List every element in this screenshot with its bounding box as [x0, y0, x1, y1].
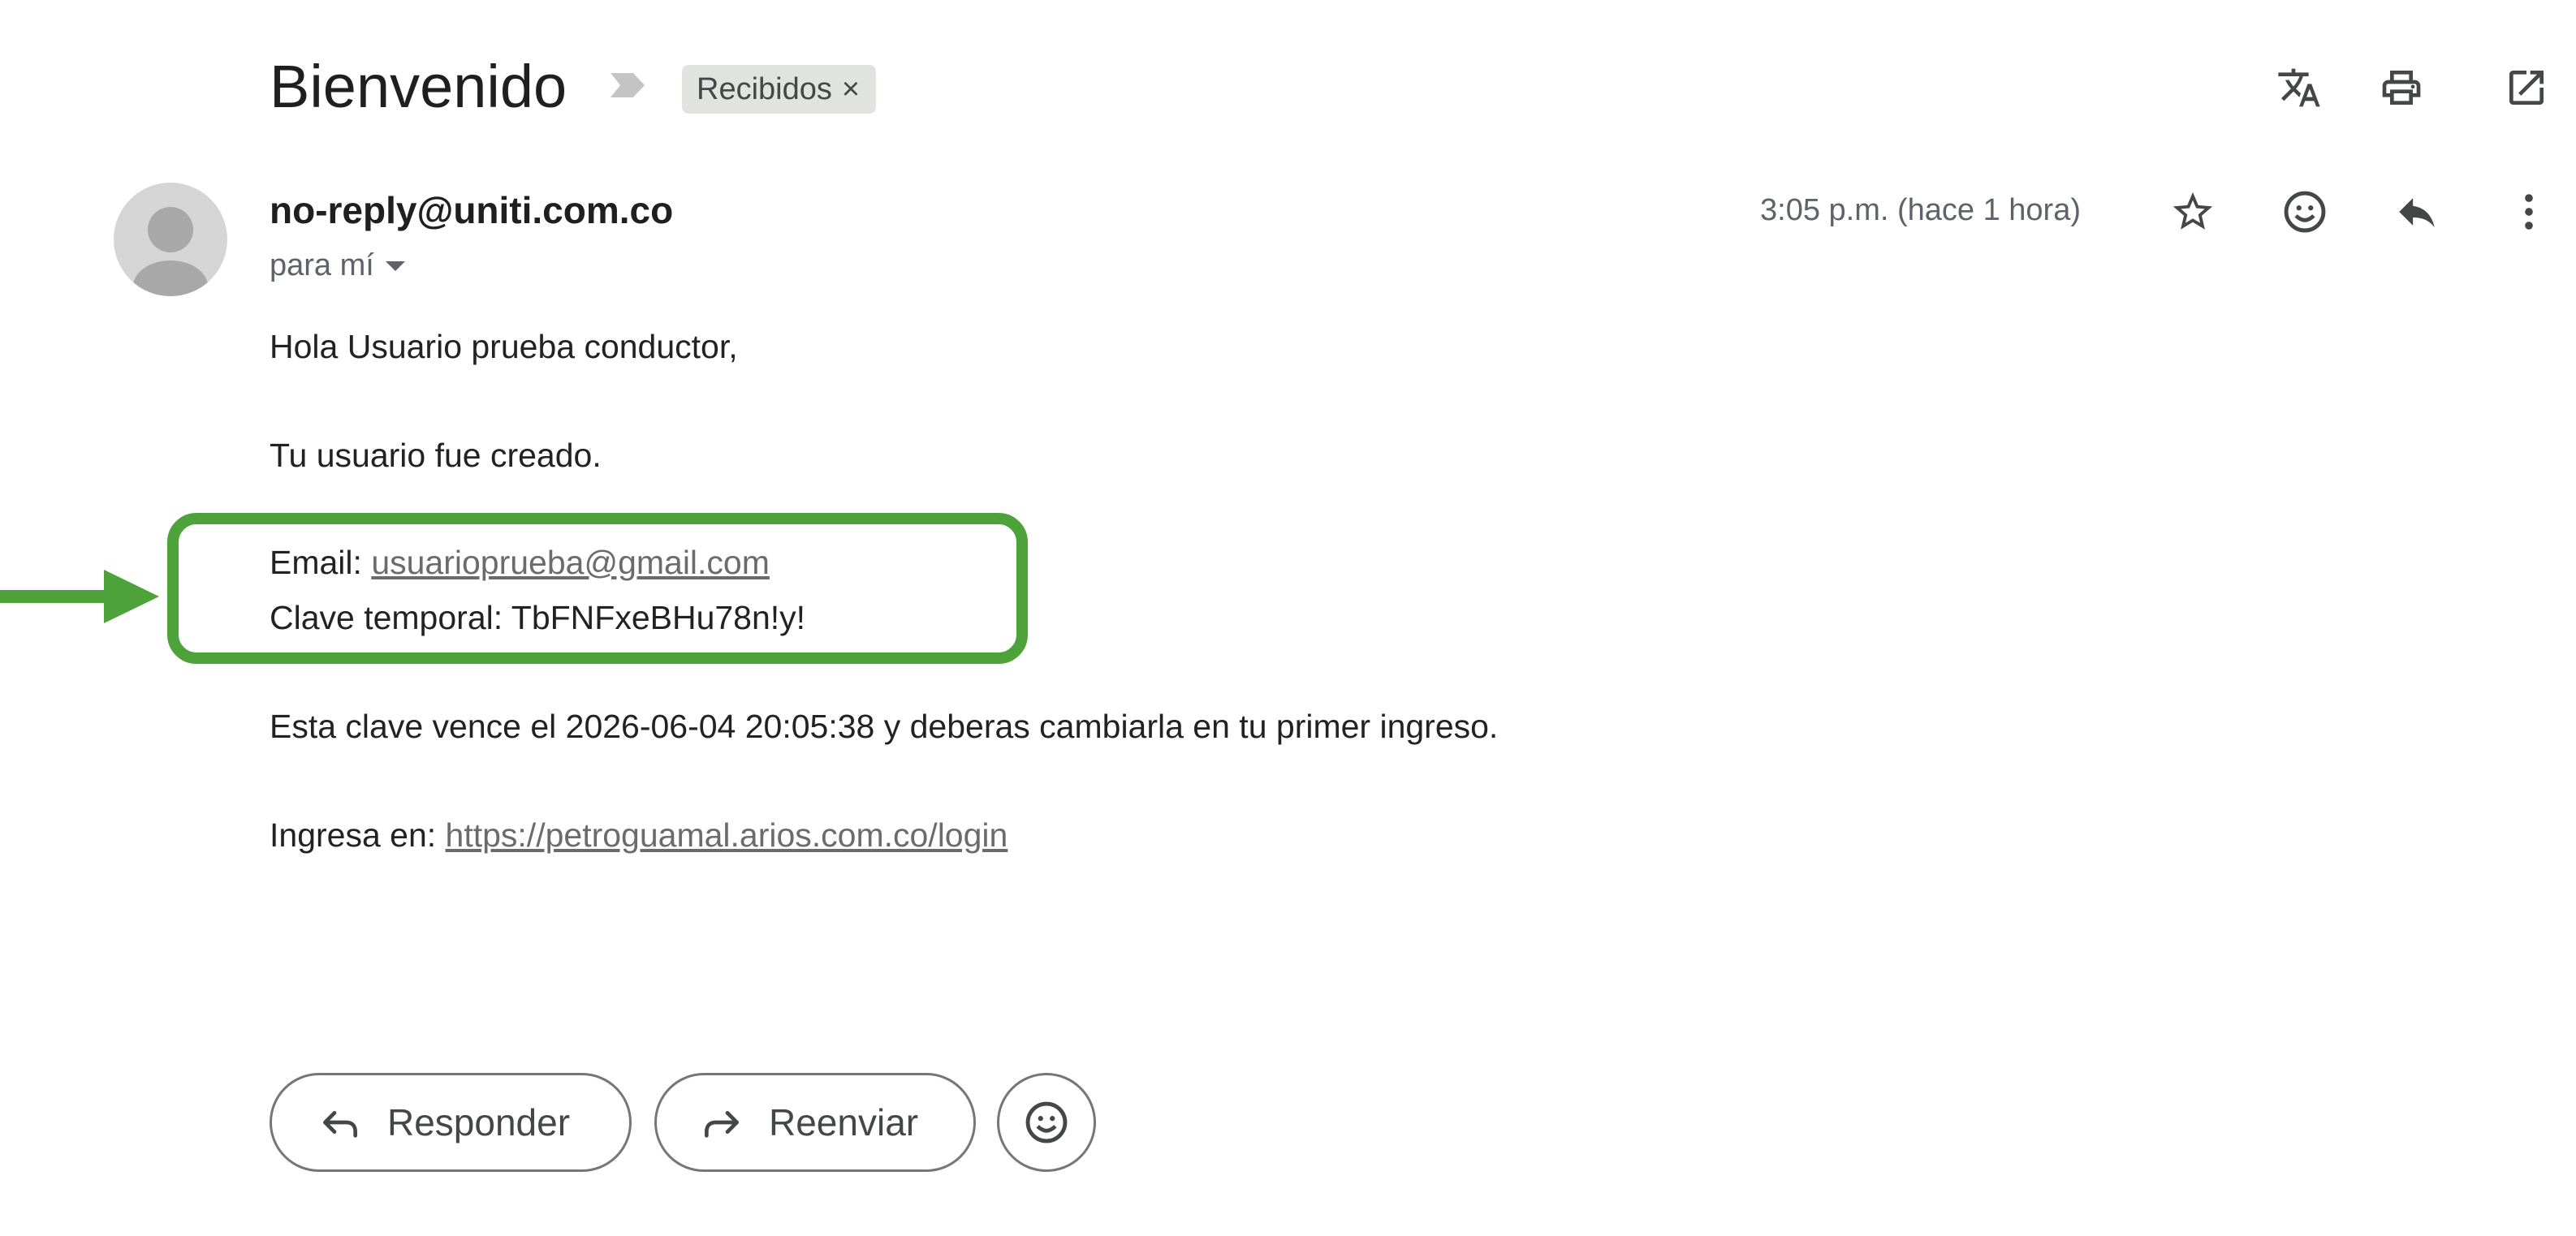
login-link[interactable]: https://petroguamal.arios.com.co/login: [446, 816, 1008, 854]
body-line-user-created: Tu usuario fue creado.: [270, 437, 602, 474]
body-greeting: Hola Usuario prueba conductor,: [270, 328, 738, 365]
forward-arrow-icon: [705, 1111, 739, 1138]
emoji-reaction-icon: [1025, 1101, 1068, 1143]
print-icon[interactable]: [2375, 62, 2427, 114]
label-chip-inbox: Recibidos ×: [682, 65, 877, 114]
reply-arrow-icon: [323, 1111, 357, 1138]
default-avatar-icon: [133, 207, 208, 296]
label-chip-text: Recibidos: [697, 71, 832, 106]
highlight-arrow-icon: [0, 570, 159, 623]
reply-icon[interactable]: [2388, 183, 2445, 240]
sender-avatar[interactable]: [114, 183, 227, 296]
recipient-text: para mí: [270, 248, 374, 282]
emoji-reaction-button[interactable]: [997, 1073, 1096, 1172]
emoji-icon[interactable]: [2276, 183, 2333, 240]
credentials-highlight-box: [167, 513, 1028, 664]
sender-email[interactable]: no-reply@uniti.com.co: [270, 188, 673, 232]
login-label: Ingresa en:: [270, 816, 446, 854]
more-vert-icon[interactable]: [2500, 183, 2557, 240]
message-timestamp: 3:05 p.m. (hace 1 hora): [1760, 193, 2081, 227]
recipient-dropdown-icon[interactable]: [385, 261, 405, 271]
importance-marker-icon[interactable]: [609, 71, 646, 99]
body-expiry: Esta clave vence el 2026-06-04 20:05:38 …: [270, 708, 1499, 745]
forward-button-label: Reenviar: [769, 1101, 919, 1143]
forward-button[interactable]: Reenviar: [654, 1073, 976, 1172]
recipient-details[interactable]: para mí: [270, 248, 405, 283]
email-subject: Bienvenido: [270, 53, 567, 120]
reply-button-label: Responder: [387, 1101, 571, 1143]
star-icon[interactable]: [2164, 183, 2221, 240]
reply-button[interactable]: Responder: [270, 1073, 632, 1172]
remove-label-button[interactable]: ×: [842, 72, 860, 107]
open-in-new-window-icon[interactable]: [2500, 62, 2552, 114]
body-login-line: Ingresa en: https://petroguamal.arios.co…: [270, 815, 1008, 855]
translate-icon[interactable]: [2273, 62, 2325, 114]
